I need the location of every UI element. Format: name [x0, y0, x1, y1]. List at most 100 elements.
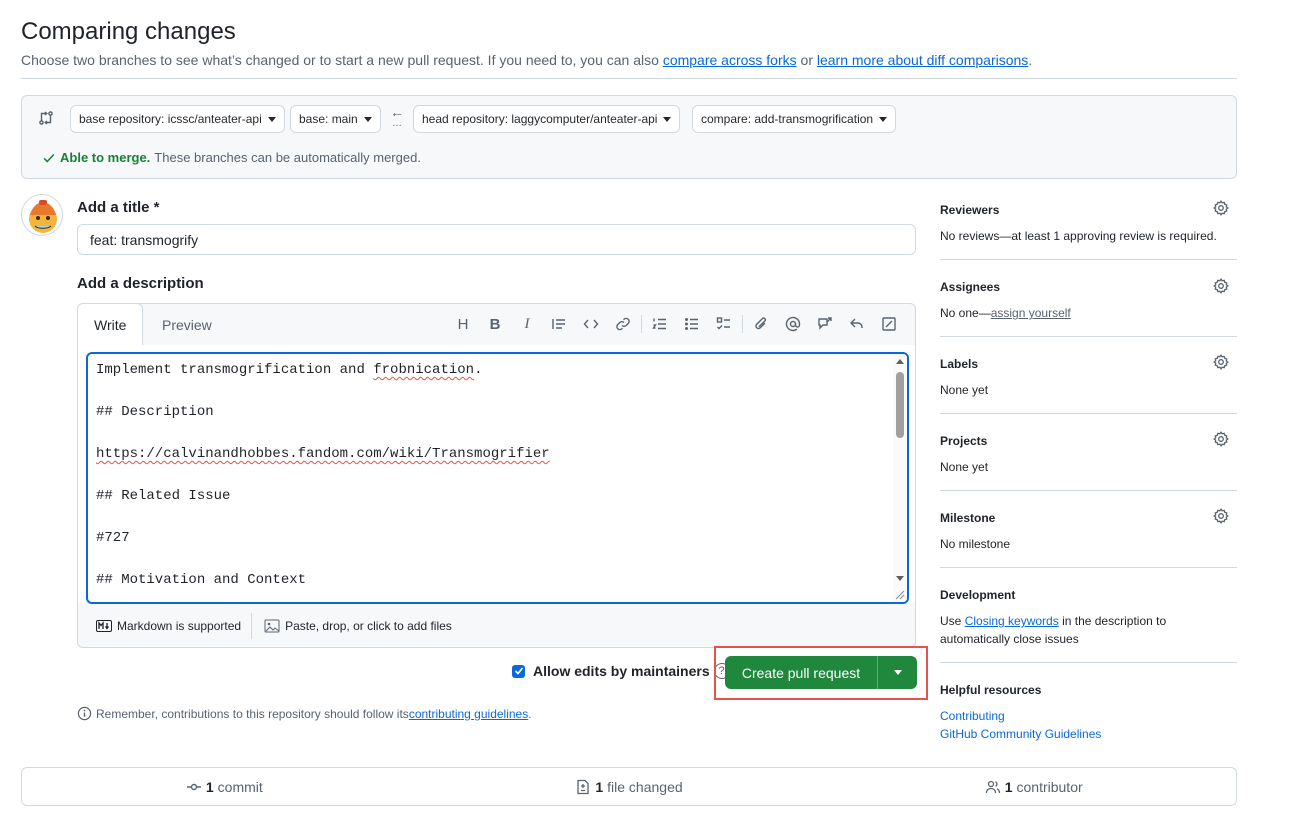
- base-branch-select[interactable]: base: main: [290, 105, 381, 133]
- fullscreen-icon[interactable]: [873, 313, 905, 335]
- gear-icon[interactable]: [1213, 354, 1229, 370]
- gear-icon[interactable]: [1213, 508, 1229, 524]
- arrow-left-icon: ←…: [390, 104, 404, 129]
- subtitle-end: .: [1028, 52, 1033, 68]
- ordered-list-icon[interactable]: [644, 313, 676, 335]
- contributors-count: 1: [1004, 778, 1013, 795]
- page-subtitle: Choose two branches to see what’s change…: [21, 52, 1032, 68]
- reply-icon[interactable]: [841, 313, 873, 335]
- projects-title: Projects: [940, 434, 988, 448]
- resize-handle-icon[interactable]: [895, 590, 905, 600]
- contributors-summary[interactable]: 1 contributor: [831, 779, 1236, 795]
- compare-forks-link[interactable]: compare across forks: [663, 52, 797, 68]
- heading-icon[interactable]: H: [447, 313, 479, 335]
- avatar: [21, 194, 63, 236]
- italic-icon[interactable]: I: [511, 313, 543, 335]
- sidebar-development: Development Use Closing keywords in the …: [940, 568, 1237, 663]
- assignees-text: No one—assign yourself: [940, 306, 1071, 320]
- labels-text: None yet: [940, 383, 989, 397]
- title-input[interactable]: [77, 224, 916, 255]
- commits-summary[interactable]: 1 commit: [22, 779, 427, 795]
- labels-title: Labels: [940, 357, 979, 371]
- body-line: ## Motivation and Context: [96, 572, 307, 588]
- body-line: Implement transmogrification and frobnic…: [96, 362, 483, 378]
- community-guidelines-link[interactable]: GitHub Community Guidelines: [940, 727, 1101, 741]
- task-list-icon[interactable]: [708, 313, 740, 335]
- scroll-down-icon[interactable]: [896, 576, 904, 581]
- base-branch-label: base: main: [299, 112, 358, 126]
- sidebar-reviewers: Reviewers No reviews—at least 1 approvin…: [940, 196, 1237, 260]
- chevron-down-icon: [267, 116, 276, 122]
- markdown-icon: [96, 620, 112, 632]
- people-icon: [985, 779, 1001, 795]
- compare-summary: 1 commit 1 file changed 1 contributor: [21, 767, 1237, 806]
- sidebar-projects: Projects None yet: [940, 414, 1237, 491]
- attach-files[interactable]: Paste, drop, or click to add files: [252, 619, 462, 633]
- sidebar: Reviewers No reviews—at least 1 approvin…: [940, 196, 1237, 753]
- chevron-down-icon: [893, 670, 902, 675]
- reviewers-title: Reviewers: [940, 203, 1000, 217]
- body-line: https://calvinandhobbes.fandom.com/wiki/…: [96, 446, 550, 462]
- divider: [21, 78, 1237, 79]
- tab-preview[interactable]: Preview: [146, 304, 228, 345]
- assign-yourself-link[interactable]: assign yourself: [991, 306, 1071, 320]
- markdown-supported[interactable]: Markdown is supported: [78, 619, 251, 633]
- helpful-title: Helpful resources: [940, 683, 1042, 697]
- scroll-thumb[interactable]: [896, 372, 904, 438]
- cross-reference-icon[interactable]: [809, 313, 841, 335]
- create-pull-request-dropdown[interactable]: [877, 656, 917, 689]
- commits-label: commit: [217, 778, 263, 795]
- toolbar-divider: [742, 315, 743, 333]
- create-pull-request-button: Create pull request: [725, 656, 917, 689]
- create-pull-request-main[interactable]: Create pull request: [725, 656, 877, 689]
- markdown-supported-label: Markdown is supported: [117, 619, 242, 633]
- head-repository-label: head repository: laggycomputer/anteater-…: [422, 112, 658, 126]
- attach-files-label: Paste, drop, or click to add files: [285, 619, 452, 633]
- development-text: Use Closing keywords in the description …: [940, 614, 1167, 628]
- paperclip-icon[interactable]: [745, 313, 777, 335]
- allow-edits: Allow edits by maintainers ?: [512, 663, 730, 679]
- contributing-link[interactable]: Contributing: [940, 709, 1005, 723]
- commit-icon: [186, 779, 202, 795]
- mention-icon[interactable]: [777, 313, 809, 335]
- bold-icon[interactable]: B: [479, 313, 511, 335]
- base-repository-select[interactable]: base repository: icssc/anteater-api: [70, 105, 285, 133]
- editor-footer: Markdown is supported Paste, drop, or cl…: [78, 604, 915, 648]
- sidebar-labels: Labels None yet: [940, 337, 1237, 414]
- link-icon[interactable]: [607, 313, 639, 335]
- description-textarea[interactable]: Implement transmogrification and frobnic…: [86, 352, 909, 604]
- head-repository-select[interactable]: head repository: laggycomputer/anteater-…: [413, 105, 681, 133]
- gear-icon[interactable]: [1213, 200, 1229, 216]
- quote-icon[interactable]: [543, 313, 575, 335]
- closing-keywords-link[interactable]: Closing keywords: [965, 614, 1059, 628]
- contributing-guidelines-link[interactable]: contributing guidelines: [409, 707, 528, 721]
- merge-ok-label: Able to merge.: [60, 150, 151, 165]
- check-icon: [42, 151, 56, 165]
- merge-status: Able to merge. These branches can be aut…: [42, 150, 421, 165]
- gear-icon[interactable]: [1213, 431, 1229, 447]
- tab-write[interactable]: Write: [77, 303, 144, 345]
- sidebar-helpful: Helpful resources Contributing GitHub Co…: [940, 663, 1237, 753]
- code-icon[interactable]: [575, 313, 607, 335]
- unordered-list-icon[interactable]: [676, 313, 708, 335]
- files-summary[interactable]: 1 file changed: [427, 779, 832, 795]
- toolbar-divider: [641, 315, 642, 333]
- commits-count: 1: [205, 778, 214, 795]
- base-repository-label: base repository: icssc/anteater-api: [79, 112, 262, 126]
- contributors-label: contributor: [1016, 778, 1083, 795]
- page-title: Comparing changes: [21, 18, 236, 45]
- description-editor: Write Preview H B I Implement transmogri…: [77, 303, 916, 648]
- file-diff-icon: [575, 779, 591, 795]
- compare-branch-select[interactable]: compare: add-transmogrification: [692, 105, 897, 133]
- chevron-down-icon: [879, 116, 888, 122]
- allow-edits-checkbox[interactable]: [512, 664, 525, 678]
- gear-icon[interactable]: [1213, 278, 1229, 294]
- scroll-up-icon[interactable]: [896, 359, 904, 364]
- merge-text: These branches can be automatically merg…: [154, 150, 421, 165]
- development-title: Development: [940, 588, 1016, 602]
- learn-more-link[interactable]: learn more about diff comparisons: [817, 52, 1028, 68]
- editor-body: Implement transmogrification and frobnic…: [78, 345, 915, 604]
- scrollbar[interactable]: [893, 354, 907, 602]
- allow-edits-label[interactable]: Allow edits by maintainers: [533, 663, 710, 679]
- sidebar-assignees: Assignees No one—assign yourself: [940, 260, 1237, 337]
